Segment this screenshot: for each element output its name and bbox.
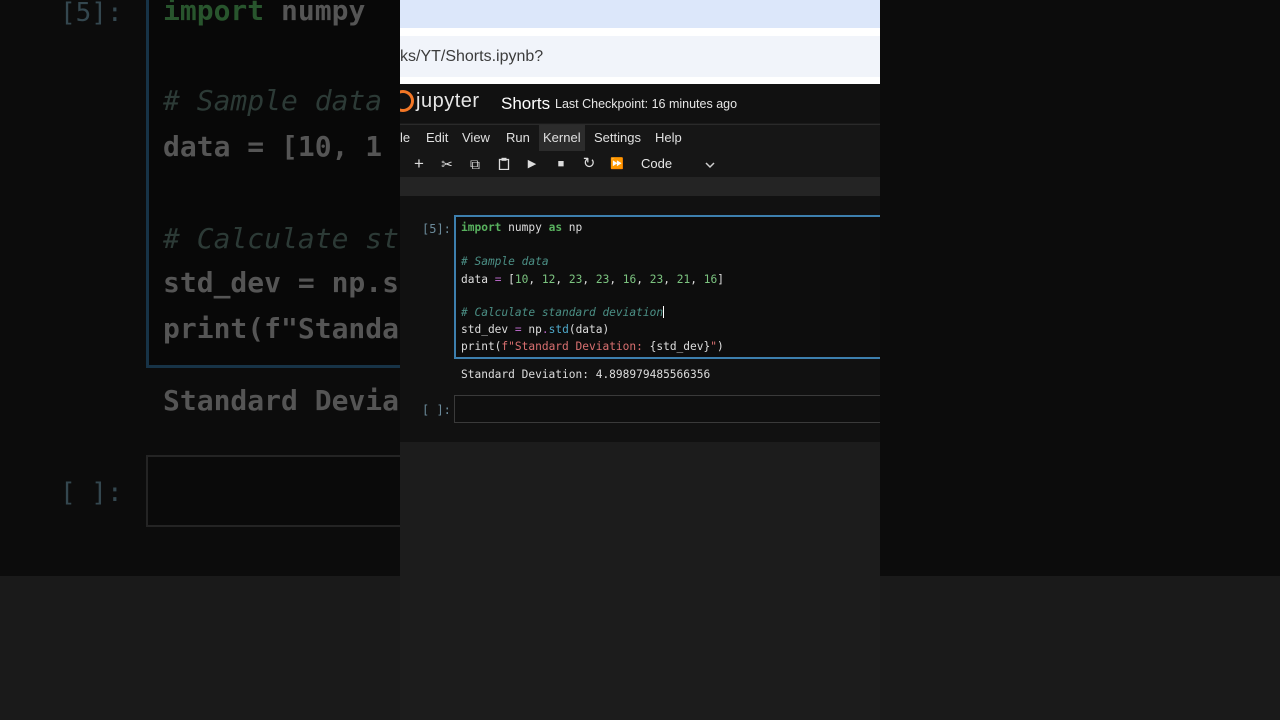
backdrop-code-line: std_dev = np.s: [163, 266, 400, 299]
backdrop-code-line: # Sample data: [163, 84, 383, 117]
cell-output: Standard Deviation: 4.898979485566356: [461, 368, 711, 381]
code-line-1: import numpy as np: [461, 221, 583, 234]
menu-view[interactable]: View: [458, 125, 494, 151]
code-line-data: data = [10, 12, 23, 23, 16, 23, 21, 16]: [461, 273, 724, 286]
code-line-print: print(f"Standard Deviation: {std_dev}"): [461, 340, 724, 353]
checkpoint-status: Last Checkpoint: 16 minutes ago: [555, 97, 738, 111]
menu-file[interactable]: le: [400, 125, 414, 151]
browser-separator: [400, 28, 880, 36]
menu-edit[interactable]: Edit: [422, 125, 452, 151]
run-icon[interactable]: ▶: [522, 151, 542, 177]
jupyter-wordmark[interactable]: jupyter: [416, 90, 480, 113]
menu-kernel[interactable]: Kernel: [539, 125, 585, 151]
code-line-comment-2: # Calculate standard deviation: [461, 306, 665, 319]
menu-run[interactable]: Run: [502, 125, 534, 151]
backdrop-prompt: [5]:: [60, 0, 123, 28]
backdrop-code-line: print(f"Standa: [163, 312, 400, 345]
notebook-toolbar: + ✂ ⧉ ▶ ■ ↻ ⏩ Code: [400, 151, 880, 177]
paste-icon[interactable]: [494, 151, 514, 177]
browser-tab-strip: [400, 0, 880, 28]
empty-cell-prompt: [ ]:: [422, 403, 451, 417]
notebook-title[interactable]: Shorts: [501, 94, 550, 114]
code-line-std: std_dev = np.std(data): [461, 323, 610, 336]
backdrop-prompt-empty: [ ]:: [60, 478, 123, 508]
chevron-down-icon[interactable]: [705, 151, 715, 177]
menu-settings[interactable]: Settings: [590, 125, 645, 151]
backdrop-code-line: # Calculate st: [163, 222, 400, 255]
menu-help[interactable]: Help: [651, 125, 686, 151]
menu-bar: le Edit View Run Kernel Settings Help: [400, 124, 880, 152]
plus-icon[interactable]: +: [409, 151, 429, 177]
cell-type-select[interactable]: Code: [641, 151, 672, 177]
copy-icon[interactable]: ⧉: [465, 151, 485, 177]
address-bar-bottom: [400, 77, 880, 84]
code-cell-empty[interactable]: [454, 395, 880, 423]
address-bar[interactable]: ks/YT/Shorts.ipynb?: [400, 36, 880, 77]
notebook-empty-space: [400, 442, 880, 720]
code-cell-active[interactable]: [454, 215, 880, 359]
jupyter-window: ks/YT/Shorts.ipynb? jupyter Shorts Last …: [400, 0, 880, 720]
code-line-comment: # Sample data: [461, 255, 549, 268]
url-text: ks/YT/Shorts.ipynb?: [400, 48, 544, 65]
text-cursor: [663, 306, 665, 318]
cut-icon[interactable]: ✂: [437, 151, 457, 177]
backdrop-code-line: import numpy: [163, 0, 383, 27]
backdrop-code-line: data = [10, 1: [163, 130, 383, 163]
restart-icon[interactable]: ↻: [579, 151, 599, 177]
fast-forward-icon[interactable]: ⏩: [607, 151, 627, 177]
stop-icon[interactable]: ■: [551, 151, 571, 177]
toolbar-gap: [400, 177, 880, 196]
cell-prompt: [5]:: [422, 222, 451, 236]
backdrop-output: Standard Devia: [163, 384, 400, 417]
